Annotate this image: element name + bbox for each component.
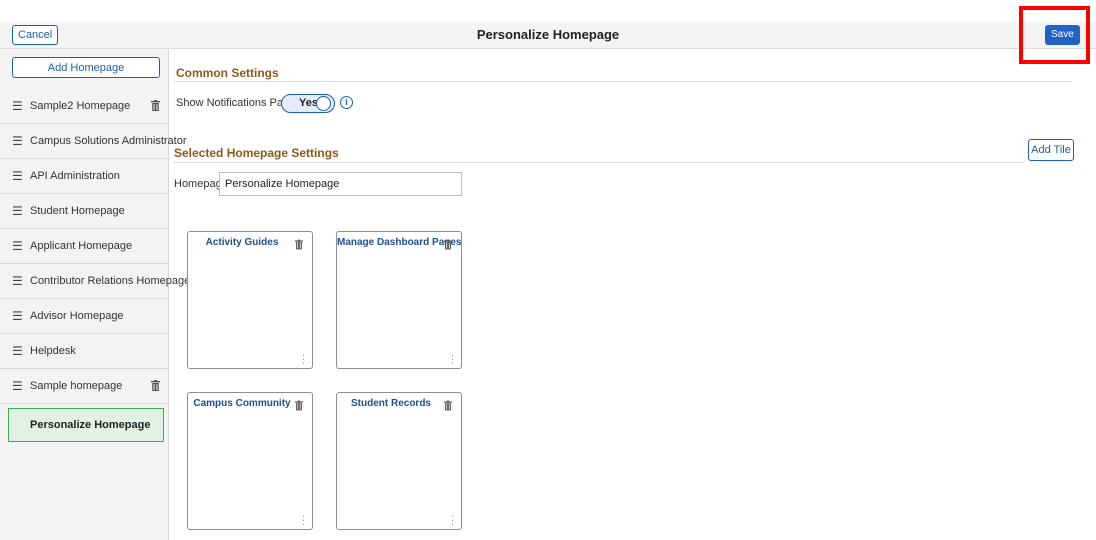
- sidebar-item-api-administration[interactable]: ☰ API Administration: [0, 159, 168, 194]
- sidebar-item-label: Sample2 Homepage: [30, 100, 131, 112]
- toggle-knob: [316, 96, 331, 111]
- trash-icon[interactable]: [444, 239, 452, 250]
- sidebar-item-label: Campus Solutions Administrator: [30, 135, 187, 147]
- tile-student-records[interactable]: Student Records ...: [336, 392, 462, 530]
- sidebar-item-label: Applicant Homepage: [30, 240, 133, 252]
- sidebar-item-advisor-homepage[interactable]: ☰ Advisor Homepage: [0, 299, 168, 334]
- sidebar-item-label: API Administration: [30, 170, 120, 182]
- sidebar-item-contributor-relations-homepage[interactable]: ☰ Contributor Relations Homepage: [0, 264, 190, 299]
- drag-handle-icon[interactable]: ☰: [12, 99, 23, 113]
- selected-homepage-settings-title: Selected Homepage Settings: [174, 146, 339, 160]
- tile-campus-community[interactable]: Campus Community ...: [187, 392, 313, 530]
- section-divider: [174, 162, 1024, 163]
- sidebar-item-personalize-homepage[interactable]: Personalize Homepage: [8, 408, 164, 442]
- tile-title: Manage Dashboard Pages: [337, 237, 462, 248]
- sidebar-item-sample-homepage[interactable]: ☰ Sample homepage: [0, 369, 168, 404]
- drag-handle-icon[interactable]: ☰: [12, 169, 23, 183]
- homepage-sidebar: Add Homepage ☰ Sample2 Homepage ☰ Campus…: [0, 49, 190, 540]
- tile-title: Activity Guides: [205, 237, 279, 248]
- notifications-label: Show Notifications Panel: [176, 97, 298, 109]
- trash-icon[interactable]: [295, 239, 303, 250]
- drag-handle-icon[interactable]: ☰: [12, 274, 23, 288]
- sidebar-item-label: Helpdesk: [30, 345, 76, 357]
- more-options-icon[interactable]: ...: [302, 509, 305, 528]
- drag-handle-icon[interactable]: ☰: [12, 204, 23, 218]
- tile-activity-guides[interactable]: Activity Guides ...: [187, 231, 313, 369]
- drag-handle-icon[interactable]: ☰: [12, 239, 23, 253]
- tile-manage-dashboard-pages[interactable]: Manage Dashboard Pages ...: [336, 231, 462, 369]
- sidebar-item-student-homepage[interactable]: ☰ Student Homepage: [0, 194, 168, 229]
- homepage-list: ☰ Sample2 Homepage ☰ Campus Solutions Ad…: [0, 89, 190, 442]
- drag-handle-icon[interactable]: ☰: [12, 134, 23, 148]
- notifications-toggle[interactable]: Yes: [281, 94, 335, 113]
- trash-icon[interactable]: [295, 400, 303, 411]
- more-options-icon[interactable]: ...: [451, 509, 454, 528]
- drag-handle-icon[interactable]: ☰: [12, 344, 23, 358]
- more-options-icon[interactable]: ...: [451, 348, 454, 367]
- add-tile-button[interactable]: Add Tile: [1028, 139, 1074, 161]
- drag-handle-icon[interactable]: ☰: [12, 379, 23, 393]
- tile-title: Student Records: [350, 398, 431, 409]
- sidebar-item-label: Advisor Homepage: [30, 310, 124, 322]
- sidebar-item-label: Personalize Homepage: [30, 419, 151, 431]
- section-divider: [174, 81, 1072, 82]
- sidebar-item-campus-solutions-administrator[interactable]: ☰ Campus Solutions Administrator: [0, 124, 187, 159]
- sidebar-item-helpdesk[interactable]: ☰ Helpdesk: [0, 334, 168, 369]
- sidebar-item-label: Student Homepage: [30, 205, 125, 217]
- sidebar-item-applicant-homepage[interactable]: ☰ Applicant Homepage: [0, 229, 168, 264]
- tile-title: Campus Community: [193, 398, 291, 409]
- common-settings-title: Common Settings: [176, 66, 279, 80]
- trash-icon[interactable]: [151, 380, 160, 391]
- page-header: Cancel Personalize Homepage Save: [0, 22, 1096, 49]
- drag-handle-icon[interactable]: ☰: [12, 309, 23, 323]
- info-icon[interactable]: i: [340, 96, 353, 109]
- sidebar-item-sample2-homepage[interactable]: ☰ Sample2 Homepage: [0, 89, 168, 124]
- add-homepage-button[interactable]: Add Homepage: [12, 57, 160, 78]
- sidebar-item-label: Sample homepage: [30, 380, 123, 392]
- trash-icon[interactable]: [151, 100, 160, 111]
- homepage-name-input[interactable]: [219, 172, 462, 196]
- sidebar-item-label: Contributor Relations Homepage: [30, 275, 191, 287]
- page-title: Personalize Homepage: [476, 27, 620, 42]
- more-options-icon[interactable]: ...: [302, 348, 305, 367]
- trash-icon[interactable]: [444, 400, 452, 411]
- save-highlight-box: [1019, 6, 1090, 64]
